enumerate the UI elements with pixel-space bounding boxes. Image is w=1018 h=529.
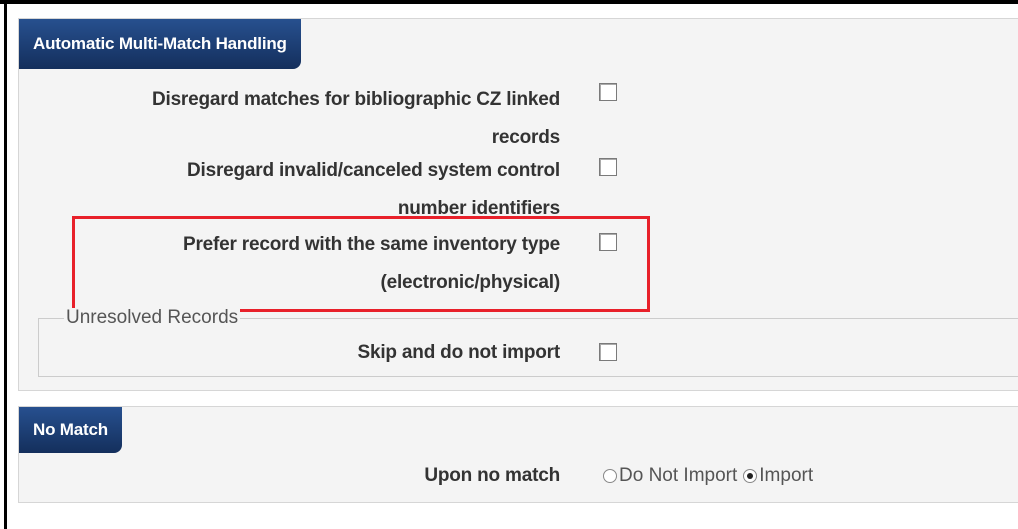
- do-not-import-radio[interactable]: [603, 469, 617, 483]
- import-radio[interactable]: [743, 469, 758, 483]
- cz-linked-checkbox[interactable]: [599, 83, 617, 101]
- skip-import-label: Skip and do not import: [357, 342, 561, 363]
- upon-no-match-radio-group: Do Not Import Import: [603, 462, 819, 490]
- multi-match-header: Automatic Multi-Match Handling: [19, 19, 301, 69]
- skip-import-checkbox[interactable]: [599, 343, 617, 361]
- no-match-header: No Match: [19, 407, 122, 453]
- invalid-identifiers-checkbox[interactable]: [599, 158, 617, 176]
- upon-no-match-label: Upon no match: [424, 465, 560, 486]
- import-label[interactable]: Import: [759, 462, 813, 490]
- do-not-import-label[interactable]: Do Not Import: [619, 462, 737, 490]
- highlight-annotation-box: [72, 216, 650, 312]
- window-frame-top: [0, 0, 1018, 4]
- cz-linked-label: Disregard matches for bibliographic CZ l…: [151, 89, 560, 148]
- unresolved-records-legend: Unresolved Records: [64, 307, 241, 328]
